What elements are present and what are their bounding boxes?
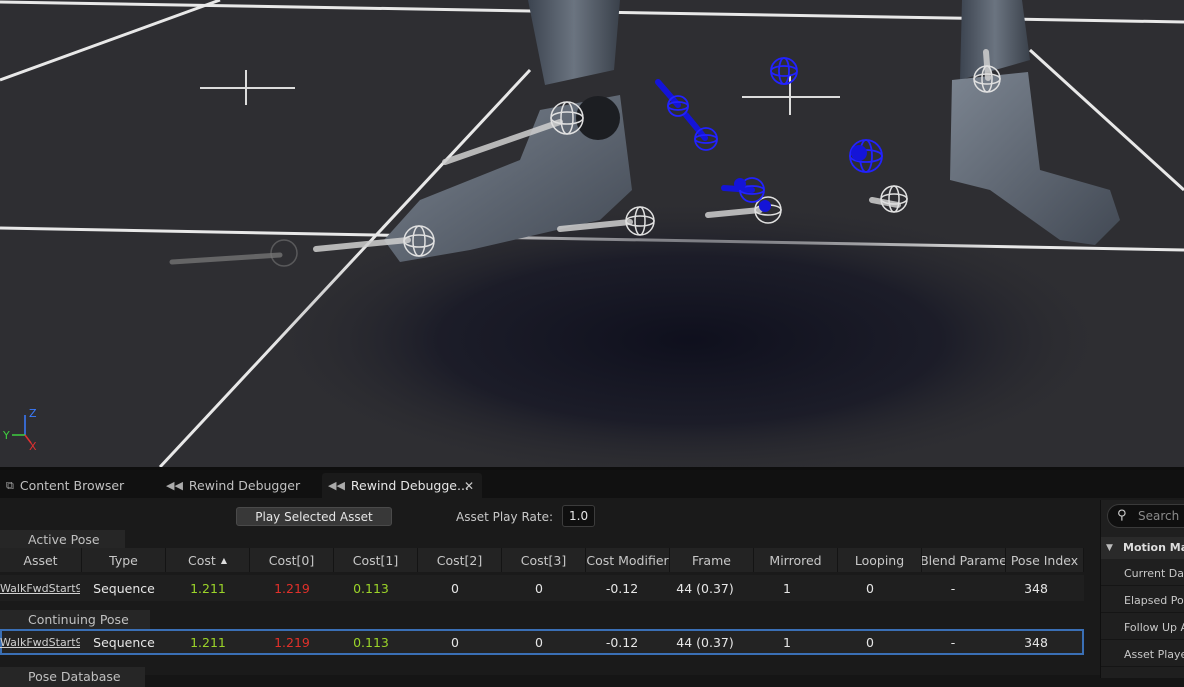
cell-asset[interactable]: WalkFwdStart90 [0,631,80,653]
cell-asset[interactable]: WalkFwdStart90 [0,575,80,601]
details-category-motion-matching[interactable]: ▼ Motion Matc [1101,537,1184,559]
cell-cost0: 1.219 [274,634,310,650]
tab-content-browser[interactable]: ⧉ Content Browser [0,473,160,498]
cell-cost: 1.211 [190,634,226,650]
column-header-blend-parameters[interactable]: Blend Parame [922,548,1006,572]
tab-bar: ⧉ Content Browser ◀◀ Rewind Debugger ◀◀ … [0,470,1184,498]
axis-x-label: X [29,440,37,453]
viewport-scene: Z Y X [0,0,1184,467]
cell-blend-parameters: - [950,634,956,650]
cell-cost2: 0 [451,580,459,596]
column-header-asset[interactable]: Asset [0,548,82,572]
tab-label: Rewind Debugger [188,478,301,493]
details-panel: ⚲ Search ▼ Motion Matc Current Data Elap… [1100,500,1184,678]
cell-cost: 1.211 [190,580,226,596]
close-icon[interactable]: ✕ [464,479,474,493]
column-header-type[interactable]: Type [82,548,166,572]
cell-frame: 44 (0.37) [676,634,734,650]
column-header-pose-index[interactable]: Pose Index [1006,548,1084,572]
section-continuing-pose[interactable]: Continuing Pose [0,610,150,630]
cell-cost3: 0 [535,580,543,596]
asset-play-rate-input[interactable]: 1.0 [562,505,595,527]
column-header-cost[interactable]: Cost [166,548,250,572]
cell-cost3: 0 [535,634,543,650]
chevron-down-icon: ▼ [1106,543,1113,553]
column-header-looping[interactable]: Looping [838,548,922,572]
column-header-cost3[interactable]: Cost[3] [502,548,586,572]
debugger-panel: ⧉ Content Browser ◀◀ Rewind Debugger ◀◀ … [0,467,1184,687]
column-header-cost1[interactable]: Cost[1] [334,548,418,572]
tab-label: Rewind Debugge... [350,478,469,493]
column-header-cost-modifier[interactable]: Cost Modifier [586,548,670,572]
cell-cost-modifier: -0.12 [605,580,639,596]
axis-z-label: Z [29,407,37,420]
section-pose-database[interactable]: Pose Database [0,667,145,687]
details-property[interactable]: Asset Playe [1101,643,1184,667]
asset-play-rate-label: Asset Play Rate: [456,510,554,524]
axis-y-label: Y [2,429,10,442]
play-selected-asset-button[interactable]: Play Selected Asset [236,507,392,526]
column-header-frame[interactable]: Frame [670,548,754,572]
cell-cost0: 1.219 [274,580,310,596]
search-placeholder: Search [1138,509,1180,523]
details-property[interactable]: Elapsed Pos [1101,589,1184,613]
cell-looping: 0 [866,634,874,650]
details-property[interactable]: Current Data [1101,562,1184,586]
cell-mirrored: 1 [783,634,791,650]
table-row-selected[interactable]: WalkFwdStart90 Sequence 1.211 1.219 0.11… [0,629,1084,655]
cell-blend-parameters: - [950,580,956,596]
cell-type: Sequence [93,580,155,596]
cell-cost1: 0.113 [353,580,389,596]
details-property[interactable]: Follow Up An [1101,616,1184,640]
column-header-mirrored[interactable]: Mirrored [754,548,838,572]
cell-pose-index: 348 [1024,634,1048,650]
tab-rewind-debugger-details[interactable]: ◀◀ Rewind Debugge... ✕ [322,473,482,498]
details-search-input[interactable]: ⚲ Search [1107,504,1184,528]
cell-pose-index: 348 [1024,580,1048,596]
3d-viewport[interactable]: Z Y X [0,0,1184,467]
table-row[interactable]: WalkFwdStart90 Sequence 1.211 1.219 0.11… [0,575,1084,601]
cell-cost1: 0.113 [353,634,389,650]
tab-rewind-debugger[interactable]: ◀◀ Rewind Debugger [160,473,320,498]
section-active-pose[interactable]: Active Pose [0,530,125,550]
rewind-icon: ◀◀ [328,479,345,492]
content-browser-icon: ⧉ [6,478,14,492]
rewind-icon: ◀◀ [166,479,183,492]
table-header: Asset Type Cost Cost[0] Cost[1] Cost[2] … [0,548,1084,572]
search-icon: ⚲ [1117,508,1127,523]
cell-frame: 44 (0.37) [676,580,734,596]
cell-cost-modifier: -0.12 [605,634,639,650]
cell-cost2: 0 [451,634,459,650]
cell-type: Sequence [93,634,155,650]
column-header-cost0[interactable]: Cost[0] [250,548,334,572]
cell-looping: 0 [866,580,874,596]
cell-mirrored: 1 [783,580,791,596]
details-category-label: Motion Matc [1123,541,1184,554]
tab-label: Content Browser [19,478,125,493]
column-header-cost2[interactable]: Cost[2] [418,548,502,572]
